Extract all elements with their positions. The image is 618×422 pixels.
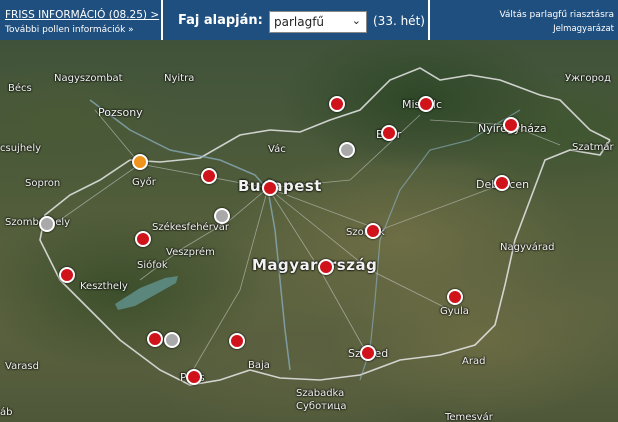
map-label: Arad xyxy=(462,356,486,367)
map-label: Székesfehérvár xyxy=(152,222,229,233)
map-label: Sopron xyxy=(25,178,61,189)
map-label: csujhely xyxy=(0,143,42,154)
station-marker-high[interactable] xyxy=(318,259,334,275)
switch-alert-link[interactable]: Váltás parlagfű riasztásra xyxy=(499,10,614,20)
map-label: Temesvár xyxy=(445,412,493,422)
more-pollen-info-link[interactable]: További pollen információk » xyxy=(5,25,134,35)
station-marker-nodata[interactable] xyxy=(214,208,230,224)
legend-link[interactable]: Jelmagyarázat xyxy=(553,24,614,34)
map-label: Szatmár xyxy=(572,142,614,153)
species-select-value: parlagfű xyxy=(274,15,325,29)
info-panel: FRISS INFORMÁCIÓ (08.25) > További polle… xyxy=(0,0,163,40)
map-label: Nagyvárad xyxy=(500,242,555,253)
station-marker-high[interactable] xyxy=(329,96,345,112)
fresh-info-link[interactable]: FRISS INFORMÁCIÓ (08.25) > xyxy=(5,9,159,21)
map-label: Siófok xyxy=(137,260,168,271)
station-marker-nodata[interactable] xyxy=(39,216,55,232)
station-marker-high[interactable] xyxy=(503,117,519,133)
station-marker-high[interactable] xyxy=(360,345,376,361)
species-label: Faj alapján: xyxy=(178,13,263,28)
station-marker-nodata[interactable] xyxy=(339,142,355,158)
station-marker-high[interactable] xyxy=(262,180,278,196)
pollen-map-widget: FRISS INFORMÁCIÓ (08.25) > További polle… xyxy=(0,0,618,422)
map-label: Budapest xyxy=(238,177,322,195)
map-label: Gyula xyxy=(440,306,469,317)
map-label: Суботица xyxy=(296,401,347,412)
chevron-down-icon: ⌄ xyxy=(351,14,361,27)
map-label: Veszprém xyxy=(166,247,215,258)
map-label: Varasd xyxy=(5,361,39,372)
station-marker-high[interactable] xyxy=(59,267,75,283)
station-marker-medium[interactable] xyxy=(132,154,148,170)
station-marker-high[interactable] xyxy=(418,96,434,112)
station-marker-high[interactable] xyxy=(229,333,245,349)
map-label: Bécs xyxy=(8,83,32,94)
station-marker-high[interactable] xyxy=(381,125,397,141)
tisza-river xyxy=(359,109,521,381)
map-label: Nyitra xyxy=(164,73,195,84)
station-marker-high[interactable] xyxy=(447,289,463,305)
week-label: (33. hét) xyxy=(373,14,425,28)
map-label: Szombathely xyxy=(5,217,71,228)
station-marker-high[interactable] xyxy=(365,223,381,239)
station-marker-high[interactable] xyxy=(186,369,202,385)
map-area[interactable]: BécsNagyszombatNyitraPozsonyMiskolcNyíre… xyxy=(0,40,618,422)
map-label: Ужгород xyxy=(565,73,611,84)
map-label: Győr xyxy=(132,177,156,188)
map-label: Magyarország xyxy=(252,256,378,274)
map-label: Baja xyxy=(248,360,270,371)
map-overlay xyxy=(39,67,611,386)
station-marker-high[interactable] xyxy=(494,175,510,191)
map-label: Keszthely xyxy=(80,281,128,292)
station-marker-high[interactable] xyxy=(135,231,151,247)
map-label: Pozsony xyxy=(98,106,143,119)
species-select[interactable]: parlagfű ⌄ xyxy=(269,11,367,33)
map-label: áb xyxy=(0,407,13,418)
header-bar: FRISS INFORMÁCIÓ (08.25) > További polle… xyxy=(0,0,618,40)
map-label: Szabadka xyxy=(296,388,345,399)
map-label: Vác xyxy=(268,144,286,155)
station-marker-nodata[interactable] xyxy=(164,332,180,348)
right-panel: Váltás parlagfű riasztásra Jelmagyarázat xyxy=(428,0,618,40)
map-label: Nagyszombat xyxy=(54,73,123,84)
station-marker-high[interactable] xyxy=(201,168,217,184)
station-marker-high[interactable] xyxy=(147,331,163,347)
